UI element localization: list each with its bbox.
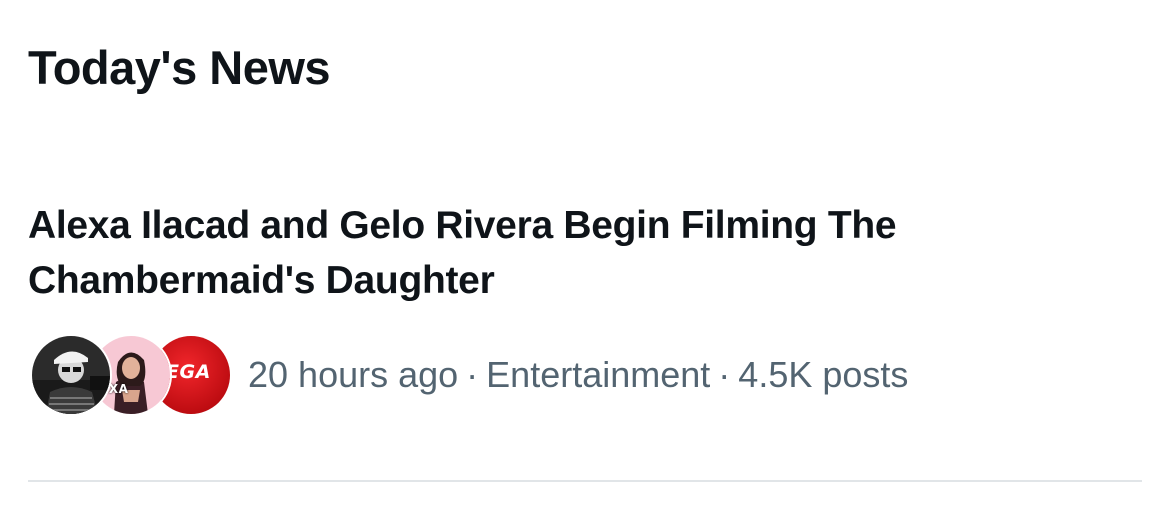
news-category[interactable]: Entertainment (486, 354, 710, 395)
section-title: Today's News (28, 41, 331, 94)
divider (28, 480, 1142, 482)
person-photo-icon (32, 336, 110, 414)
news-meta-row: LEXA EGA 20 hours ago · Entertainment · 4.5K… (28, 334, 1138, 416)
news-headline[interactable]: Alexa Ilacad and Gelo Rivera Begin Filmi… (28, 198, 1088, 308)
avatar-person-1[interactable] (30, 334, 112, 416)
news-item[interactable]: Alexa Ilacad and Gelo Rivera Begin Filmi… (28, 198, 1138, 416)
avatar-logo-text: EGA (166, 361, 211, 383)
news-meta-text: 20 hours ago · Entertainment · 4.5K posts (248, 353, 908, 397)
avatar-stack: LEXA EGA (28, 334, 232, 416)
meta-separator: · (718, 354, 731, 395)
meta-separator: · (466, 354, 479, 395)
news-time: 20 hours ago (248, 354, 459, 395)
news-post-count: 4.5K posts (738, 354, 909, 395)
